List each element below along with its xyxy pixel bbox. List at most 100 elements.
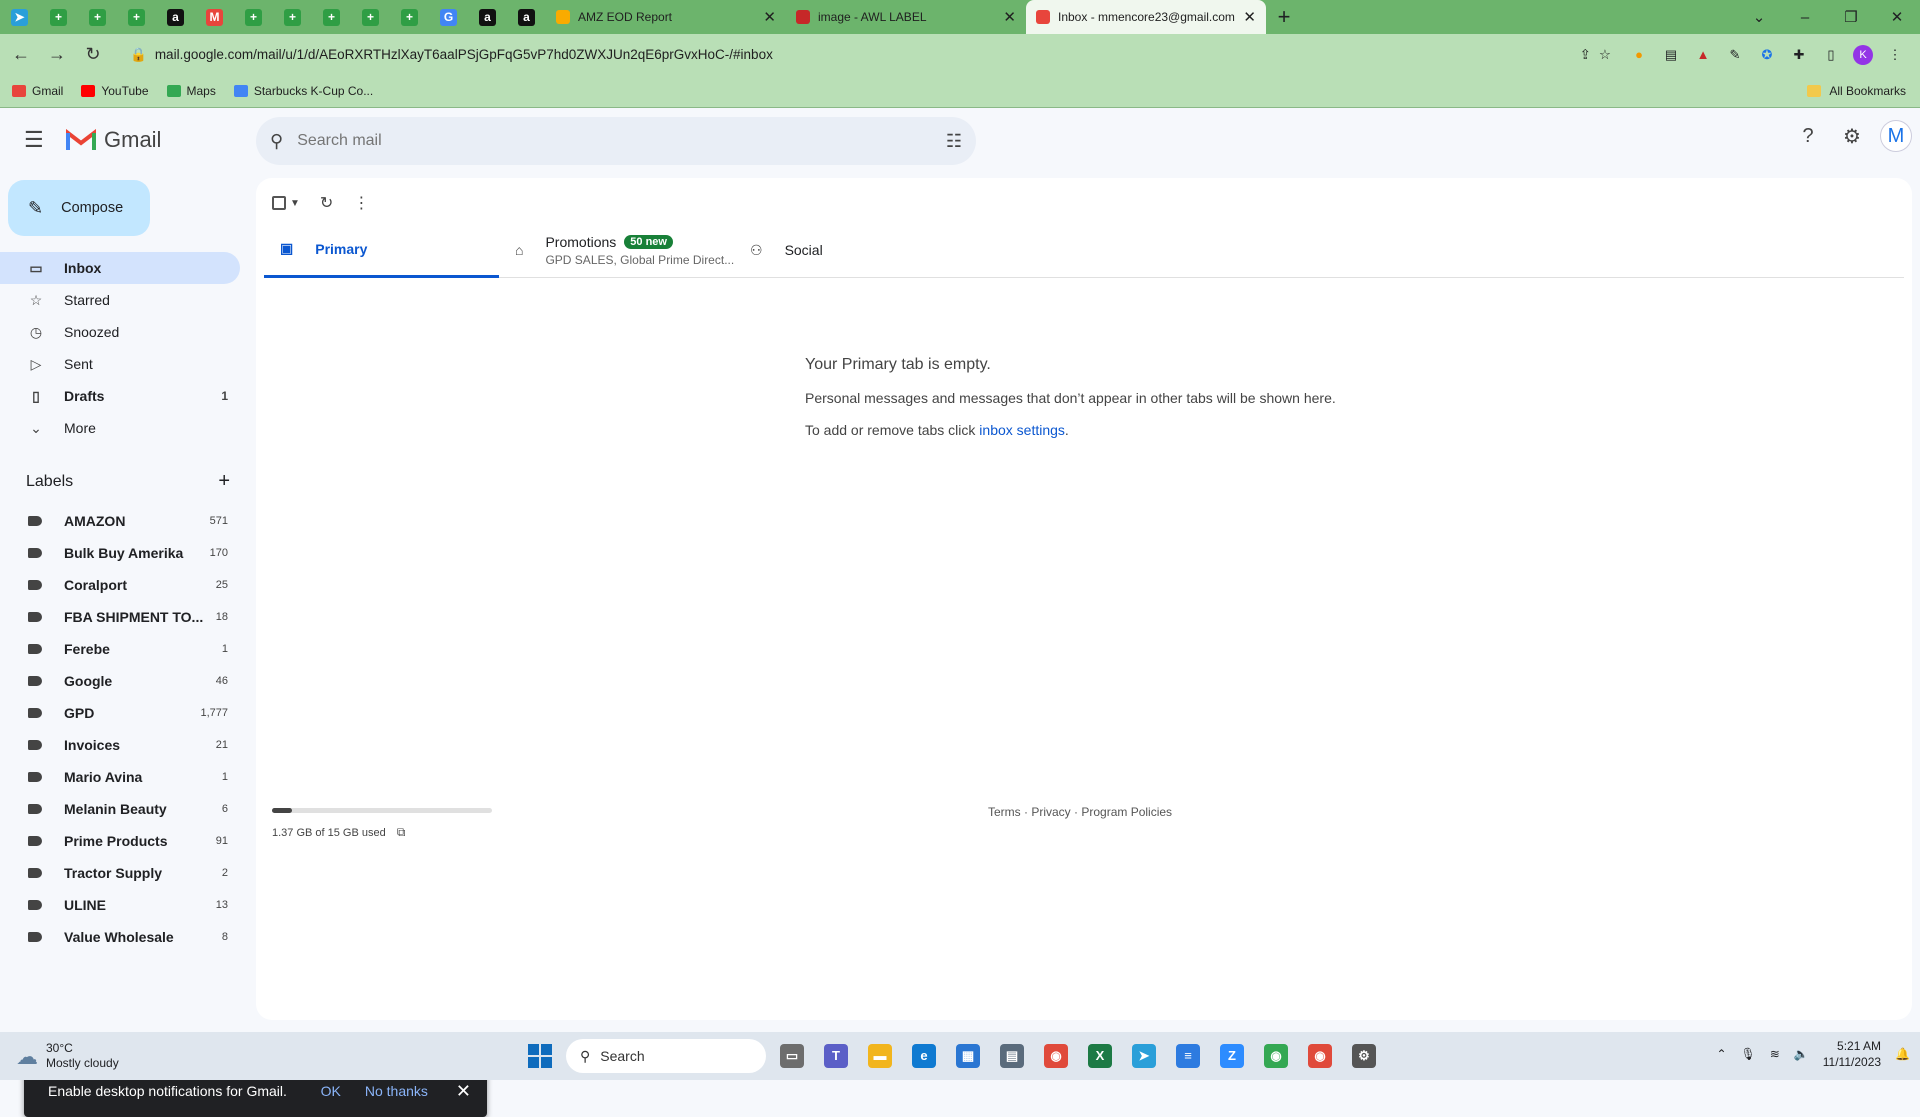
settings-gear-icon[interactable]: ⚙ (1836, 120, 1868, 152)
browser-tab[interactable]: image - AWL LABEL ✕ (786, 0, 1026, 34)
label-item[interactable]: Mario Avina 1 (0, 761, 240, 793)
taskbar-search[interactable]: ⚲ Search (566, 1039, 766, 1073)
pinned-tab[interactable]: + (312, 0, 351, 34)
extension-icon[interactable]: ✪ (1751, 40, 1783, 70)
taskbar-app[interactable]: ▤ (994, 1038, 1030, 1074)
wifi-icon[interactable]: ≋ (1770, 1047, 1780, 1061)
tab-primary[interactable]: ▣ Primary (264, 222, 499, 278)
ok-button[interactable]: OK (321, 1083, 341, 1099)
label-item[interactable]: Invoices 21 (0, 729, 240, 761)
privacy-link[interactable]: Privacy (1031, 805, 1070, 819)
pinned-tab[interactable]: + (351, 0, 390, 34)
program-policies-link[interactable]: Program Policies (1081, 805, 1172, 819)
tab-search-icon[interactable]: ⌄ (1736, 8, 1782, 26)
nav-item-starred[interactable]: ☆ Starred (0, 284, 240, 316)
bookmark-item[interactable]: Starbucks K-Cup Co... (233, 84, 373, 98)
label-item[interactable]: Value Wholesale 8 (0, 921, 240, 953)
more-options-icon[interactable]: ⋮ (353, 193, 369, 213)
nav-item-more[interactable]: ⌄ More (0, 412, 240, 444)
taskbar-app[interactable]: ▭ (774, 1038, 810, 1074)
label-item[interactable]: Google 46 (0, 665, 240, 697)
new-tab-button[interactable]: + (1266, 0, 1302, 34)
pinned-tab[interactable]: a (507, 0, 546, 34)
label-item[interactable]: Prime Products 91 (0, 825, 240, 857)
search-options-icon[interactable]: ☷ (946, 131, 962, 152)
clock[interactable]: 5:21 AM 11/11/2023 (1823, 1038, 1881, 1070)
account-avatar[interactable]: M (1880, 120, 1912, 152)
label-item[interactable]: Melanin Beauty 6 (0, 793, 240, 825)
pinned-tab[interactable]: ➤ (0, 0, 39, 34)
label-item[interactable]: FBA SHIPMENT TO... 18 (0, 601, 240, 633)
minimize-button[interactable]: – (1782, 9, 1828, 26)
site-info-icon[interactable]: 🔒 (130, 47, 147, 63)
close-tab-icon[interactable]: ✕ (763, 8, 776, 26)
compose-button[interactable]: ✎ Compose (8, 180, 150, 236)
browser-tab[interactable]: Inbox - mmencore23@gmail.com ✕ (1026, 0, 1266, 34)
extensions-puzzle-icon[interactable]: ✚ (1783, 40, 1815, 70)
main-menu-icon[interactable]: ☰ (24, 127, 48, 153)
nav-item-sent[interactable]: ▷ Sent (0, 348, 240, 380)
profile-avatar[interactable]: K (1847, 40, 1879, 70)
start-button[interactable] (522, 1038, 558, 1074)
label-item[interactable]: AMAZON 571 (0, 505, 240, 537)
bookmark-item[interactable]: YouTube (81, 84, 149, 98)
notifications-icon[interactable]: 🔔 (1895, 1047, 1910, 1061)
open-external-icon[interactable]: ⧉ (397, 825, 406, 839)
pinned-tab[interactable]: a (468, 0, 507, 34)
extension-off-icon[interactable]: ▤ (1655, 40, 1687, 70)
pinned-tab[interactable]: + (117, 0, 156, 34)
pinned-tab[interactable]: + (234, 0, 273, 34)
no-thanks-button[interactable]: No thanks (365, 1083, 428, 1099)
refresh-icon[interactable]: ↻ (320, 193, 333, 213)
label-item[interactable]: Bulk Buy Amerika 170 (0, 537, 240, 569)
label-item[interactable]: Coralport 25 (0, 569, 240, 601)
all-bookmarks[interactable]: All Bookmarks (1807, 84, 1906, 98)
side-panel-icon[interactable]: ▯ (1815, 40, 1847, 70)
pinned-tab[interactable]: a (156, 0, 195, 34)
bookmark-item[interactable]: Gmail (12, 84, 63, 98)
close-window-button[interactable]: ✕ (1874, 8, 1920, 26)
share-icon[interactable]: ⇪ (1580, 47, 1591, 63)
help-icon[interactable]: ? (1792, 120, 1824, 152)
restore-button[interactable]: ❐ (1828, 8, 1874, 26)
label-item[interactable]: GPD 1,777 (0, 697, 240, 729)
label-item[interactable]: Ferebe 1 (0, 633, 240, 665)
pinned-tab[interactable]: + (78, 0, 117, 34)
microphone-icon[interactable]: 🎙 (1741, 1047, 1756, 1061)
gmail-logo[interactable]: Gmail (66, 127, 161, 153)
add-label-icon[interactable]: + (218, 470, 230, 493)
taskbar-app[interactable]: ➤ (1126, 1038, 1162, 1074)
close-icon[interactable]: ✕ (456, 1081, 471, 1102)
nav-item-drafts[interactable]: ▯ Drafts 1 (0, 380, 240, 412)
pinned-tab[interactable]: M (195, 0, 234, 34)
chevron-up-icon[interactable]: ⌃ (1716, 1047, 1726, 1061)
taskbar-app[interactable]: Z (1214, 1038, 1250, 1074)
browser-menu-icon[interactable]: ⋮ (1879, 40, 1911, 70)
taskbar-app[interactable]: ▦ (950, 1038, 986, 1074)
pinned-tab[interactable]: + (390, 0, 429, 34)
nav-item-inbox[interactable]: ▭ Inbox (0, 252, 240, 284)
select-checkbox[interactable]: ▼ (272, 196, 300, 210)
weather-widget[interactable]: ☁ 30°C Mostly cloudy (16, 1041, 119, 1071)
close-tab-icon[interactable]: ✕ (1243, 8, 1256, 26)
label-item[interactable]: ULINE 13 (0, 889, 240, 921)
back-button[interactable]: ← (6, 40, 36, 70)
bookmark-star-icon[interactable]: ☆ (1599, 47, 1611, 63)
browser-tab[interactable]: AMZ EOD Report ✕ (546, 0, 786, 34)
taskbar-app[interactable]: ≡ (1170, 1038, 1206, 1074)
volume-icon[interactable]: 🔈 (1794, 1047, 1809, 1061)
taskbar-app[interactable]: ◉ (1258, 1038, 1294, 1074)
extension-icon[interactable]: ● (1623, 40, 1655, 70)
forward-button[interactable]: → (42, 40, 72, 70)
search-icon[interactable]: ⚲ (270, 131, 283, 152)
tab-social[interactable]: ⚇ Social (734, 222, 969, 278)
taskbar-app[interactable]: e (906, 1038, 942, 1074)
inbox-settings-link[interactable]: inbox settings (979, 422, 1065, 438)
search-input[interactable] (297, 132, 946, 150)
nav-item-snoozed[interactable]: ◷ Snoozed (0, 316, 240, 348)
taskbar-app[interactable]: ◉ (1302, 1038, 1338, 1074)
pinned-tab[interactable]: + (39, 0, 78, 34)
taskbar-app[interactable]: T (818, 1038, 854, 1074)
taskbar-app[interactable]: ◉ (1038, 1038, 1074, 1074)
taskbar-app[interactable]: X (1082, 1038, 1118, 1074)
